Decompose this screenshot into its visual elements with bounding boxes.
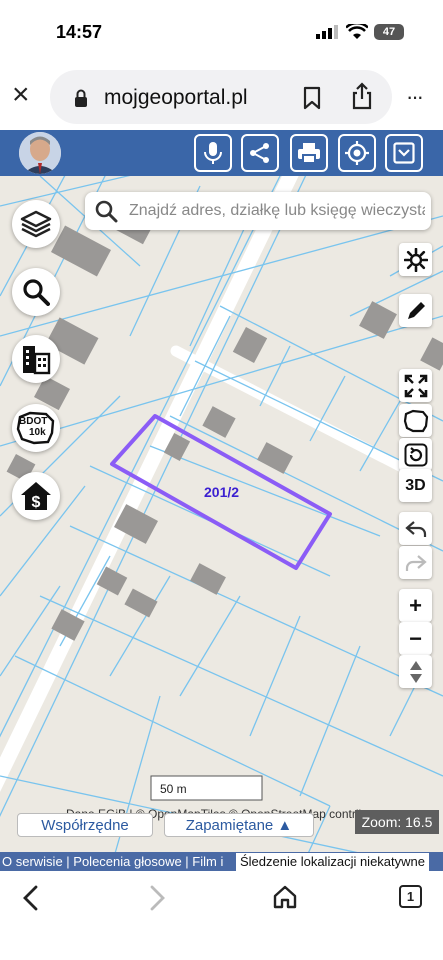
more-button[interactable]: ···: [406, 84, 424, 110]
avatar[interactable]: [19, 132, 61, 174]
poland-extent-button[interactable]: [399, 404, 432, 437]
battery-level: 47: [382, 26, 396, 38]
browser-navbar: 1: [0, 871, 443, 960]
tracking-status: Śledzenie lokalizacji niekatywne: [236, 853, 429, 871]
building-icon: [23, 346, 51, 375]
app-header: [0, 130, 443, 176]
redo-button[interactable]: [399, 546, 432, 579]
forward-icon[interactable]: [146, 885, 168, 911]
tabs-button[interactable]: 1: [399, 885, 422, 908]
tilt-button[interactable]: [399, 655, 432, 688]
wifi-icon: [346, 24, 368, 39]
buildings-button[interactable]: [12, 335, 60, 383]
layers-button[interactable]: [12, 200, 60, 248]
property-price-button[interactable]: $: [12, 472, 60, 520]
gear-icon: [403, 247, 428, 272]
rotate-icon: [404, 443, 427, 466]
redo-arrow-icon: [405, 554, 427, 571]
country-outline-icon: [403, 409, 428, 432]
share-nodes-icon: [250, 143, 269, 163]
rotate-button[interactable]: [399, 438, 432, 471]
undo-button[interactable]: [399, 512, 432, 545]
share-map-button[interactable]: [241, 134, 279, 172]
microphone-button[interactable]: [194, 134, 232, 172]
undo-arrow-icon: [404, 520, 426, 537]
scale-label: 50 m: [160, 782, 187, 796]
3d-button[interactable]: 3D: [399, 469, 432, 502]
close-tab-button[interactable]: ×: [12, 78, 30, 112]
zoom-indicator: Zoom: 16.5: [355, 810, 439, 834]
bdot-label: BDOT: [19, 416, 48, 427]
map-canvas[interactable]: 201/2 50 m Dane EGiB | © OpenMapTiles © …: [0, 176, 443, 871]
pencil-icon: [407, 301, 425, 319]
panel-icon: [393, 142, 415, 164]
battery-icon: 47: [374, 24, 404, 40]
map-layer: [0, 176, 443, 871]
signal-icon: [316, 25, 338, 39]
layers-icon: [20, 210, 52, 238]
search-input[interactable]: [129, 200, 425, 222]
expand-icon: [404, 374, 427, 397]
footer-links[interactable]: O serwisie | Polecenia głosowe | Film i: [2, 854, 223, 869]
home-icon[interactable]: [272, 884, 298, 910]
zoom-in-button[interactable]: +: [399, 589, 432, 622]
fullscreen-button[interactable]: [399, 369, 432, 402]
coordinates-button[interactable]: Współrzędne: [17, 813, 153, 837]
zoom-out-button[interactable]: −: [399, 622, 432, 655]
back-icon[interactable]: [20, 885, 42, 911]
bdot-sublabel: 10k: [29, 427, 46, 438]
share-icon[interactable]: [350, 82, 374, 110]
bookmark-icon[interactable]: [302, 86, 322, 110]
tilt-arrows-icon: [409, 660, 422, 683]
panel-button[interactable]: [385, 134, 423, 172]
parcel-label: 201/2: [204, 484, 240, 500]
draw-button[interactable]: [399, 294, 432, 327]
house-dollar-icon: $: [21, 482, 51, 511]
locate-button[interactable]: [338, 134, 376, 172]
printer-icon: [298, 143, 320, 164]
lock-icon: [75, 89, 87, 107]
microphone-icon: [204, 142, 222, 164]
status-bar: 14:57 47: [0, 0, 443, 64]
status-time: 14:57: [56, 22, 103, 42]
saved-button[interactable]: Zapamiętane ▲: [164, 813, 314, 837]
svg-text:$: $: [32, 494, 41, 511]
search-box[interactable]: [85, 192, 431, 230]
search-tool-button[interactable]: [12, 268, 60, 316]
footer-bar: O serwisie | Polecenia głosowe | Film i …: [0, 852, 443, 872]
magnifier-icon: [23, 279, 50, 306]
search-icon: [95, 200, 118, 223]
print-button[interactable]: [290, 134, 328, 172]
settings-button[interactable]: [399, 243, 432, 276]
bdot-button[interactable]: BDOT 10k: [12, 404, 60, 452]
crosshair-icon: [345, 141, 369, 165]
url-text: mojgeoportal.pl: [104, 86, 248, 109]
